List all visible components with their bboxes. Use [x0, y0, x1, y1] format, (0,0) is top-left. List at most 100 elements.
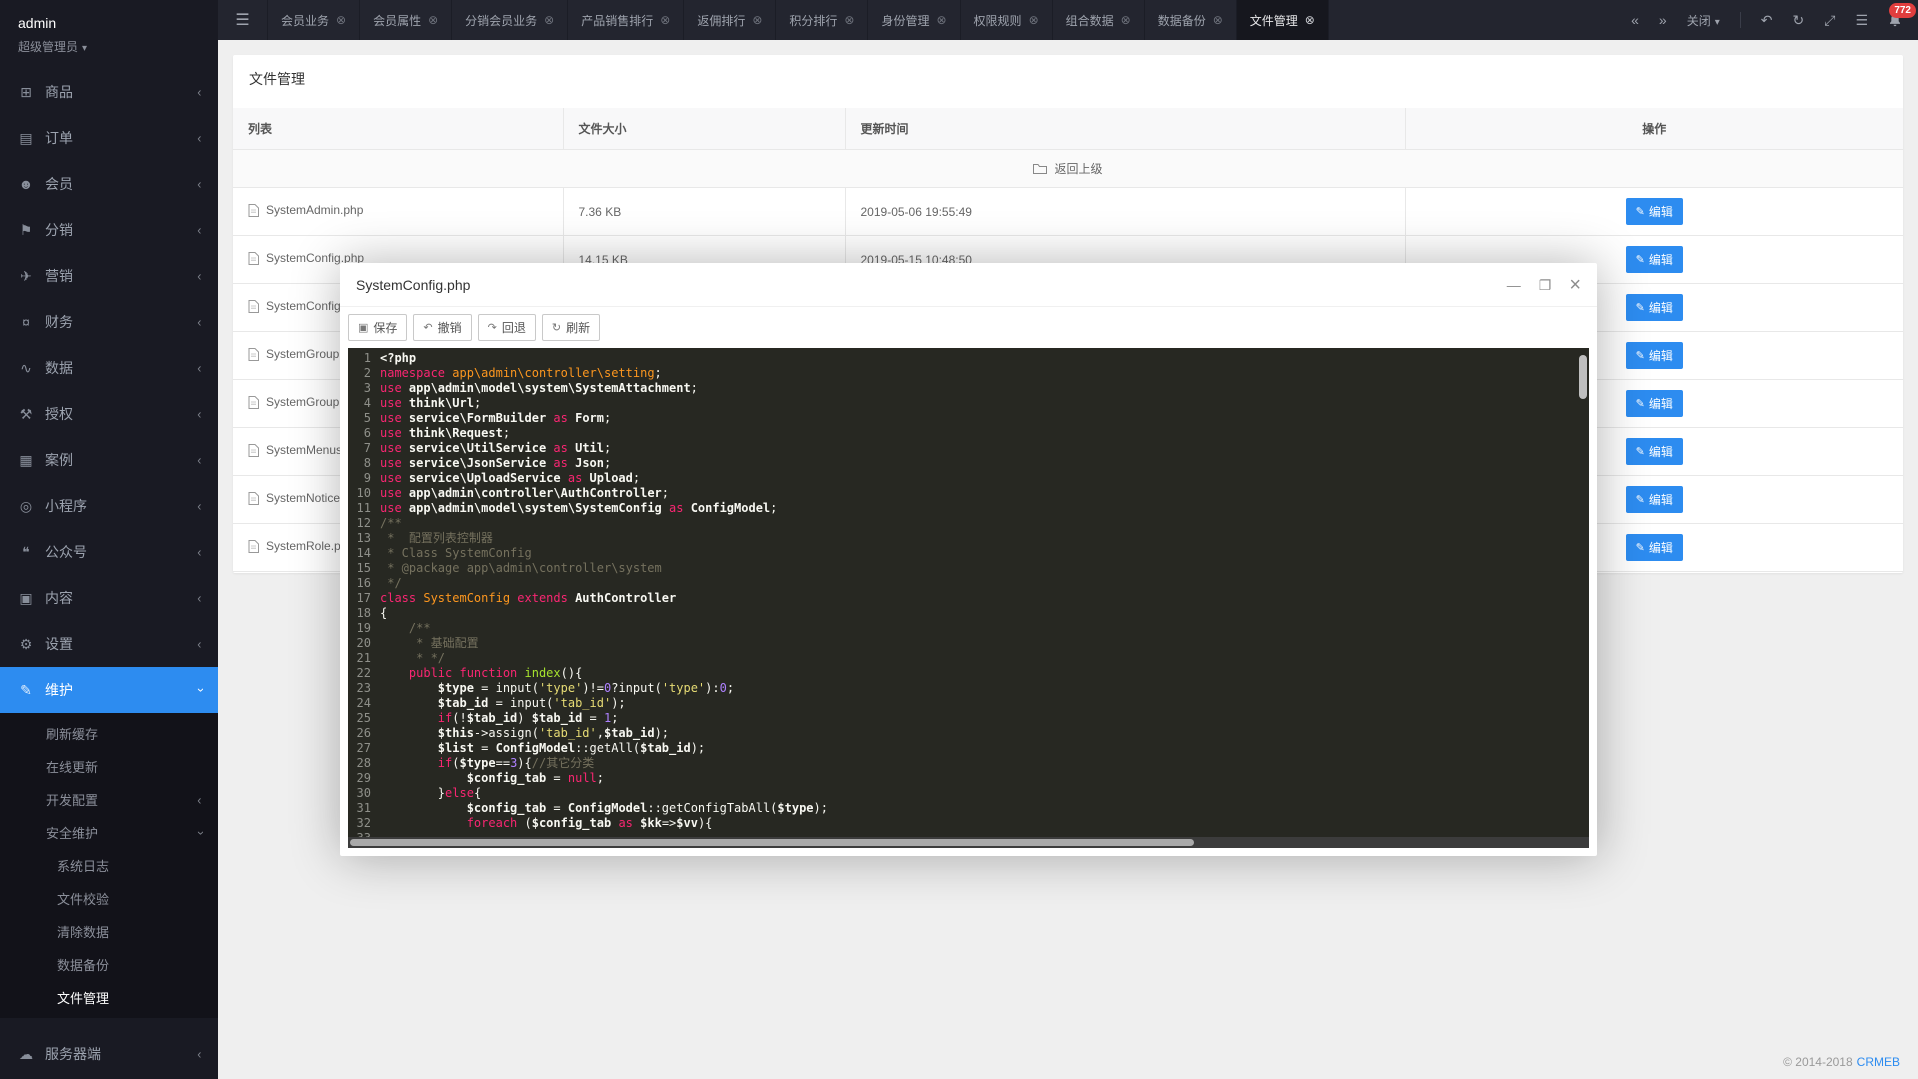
line-number: 9 [348, 471, 380, 486]
sidebar-item-server[interactable]: ☁ 服务器端 ‹ [0, 1033, 218, 1075]
sidebar-item-label: 小程序 [45, 496, 186, 516]
close-icon[interactable]: × [1569, 275, 1581, 295]
sidebar-subitem-online-update[interactable]: 在线更新 [0, 750, 218, 783]
sidebar-toggle-icon[interactable]: ☰ [218, 0, 268, 40]
rollback-button[interactable]: ↷回退 [478, 314, 536, 341]
sidebar-item-finance[interactable]: ¤财务‹ [0, 299, 218, 345]
sidebar-item-label: 在线更新 [46, 757, 98, 776]
edit-button[interactable]: ✎编辑 [1626, 438, 1683, 465]
copyright-text: © 2014-2018 [1783, 1055, 1853, 1069]
tab-close-icon[interactable]: ⊗ [544, 13, 554, 27]
tab-close-icon[interactable]: ⊗ [936, 13, 946, 27]
sidebar-subitem-dev-config[interactable]: 开发配置‹ [0, 783, 218, 816]
notifications-button[interactable]: 772 [1888, 13, 1902, 28]
code-token: use [380, 441, 409, 455]
tab-close-icon[interactable]: ⊗ [752, 13, 762, 27]
code-token: == [496, 756, 510, 770]
sidebar-subitem-clear-data[interactable]: 清除数据 [0, 915, 218, 948]
edit-button[interactable]: ✎编辑 [1626, 534, 1683, 561]
sidebar-item-wechat[interactable]: ❝公众号‹ [0, 529, 218, 575]
edit-button[interactable]: ✎编辑 [1626, 486, 1683, 513]
line-content: /** [380, 621, 431, 636]
scroll-tabs-right-icon[interactable]: » [1659, 12, 1667, 28]
tab-close-icon[interactable]: ⊗ [1121, 13, 1131, 27]
refresh-icon[interactable]: ↻ [1793, 12, 1805, 29]
sidebar-item-data[interactable]: ∿数据‹ [0, 345, 218, 391]
sidebar-item-distribution[interactable]: ⚑分销‹ [0, 207, 218, 253]
tab-close-icon[interactable]: ⊗ [428, 13, 438, 27]
edit-button[interactable]: ✎编辑 [1626, 390, 1683, 417]
sidebar-subitem-data-backup[interactable]: 数据备份 [0, 948, 218, 981]
back-icon[interactable]: ↶ [1761, 12, 1773, 29]
sidebar-item-marketing[interactable]: ✈营销‹ [0, 253, 218, 299]
file-name-label: SystemGroup. [266, 347, 343, 361]
sidebar-subitem-refresh-cache[interactable]: 刷新缓存 [0, 717, 218, 750]
up-link[interactable]: 返回上级 [1033, 160, 1102, 177]
sidebar-item-goods[interactable]: ⊞商品‹ [0, 69, 218, 115]
tab-close-icon[interactable]: ⊗ [1305, 13, 1315, 27]
chevron-icon: ‹ [198, 545, 202, 559]
line-content: $type = input('type')!=0?input('type'):0… [380, 681, 734, 696]
brand-link[interactable]: CRMEB [1857, 1055, 1900, 1069]
topbar-tab[interactable]: 组合数据⊗ [1053, 0, 1145, 40]
code-token: if [438, 756, 452, 770]
tab-close-icon[interactable]: ⊗ [336, 13, 346, 27]
up-cell[interactable]: 返回上级 [233, 150, 1903, 188]
topbar-tab[interactable]: 文件管理⊗ [1237, 0, 1329, 40]
user-block: admin 超级管理员▾ [0, 0, 218, 55]
user-role-dropdown[interactable]: 超级管理员▾ [18, 38, 200, 55]
maximize-icon[interactable]: ❐ [1539, 278, 1552, 292]
sidebar-item-auth[interactable]: ⚒授权‹ [0, 391, 218, 437]
edit-button[interactable]: ✎编辑 [1626, 246, 1683, 273]
list-icon[interactable]: ☰ [1855, 12, 1868, 29]
topbar-tab[interactable]: 返佣排行⊗ [684, 0, 776, 40]
code-editor[interactable]: 1<?php2namespace app\admin\controller\se… [348, 348, 1589, 848]
sidebar-subitem-file-manage[interactable]: 文件管理 [0, 981, 218, 1014]
code-line: 19 /** [348, 621, 1589, 636]
sidebar-subitem-file-check[interactable]: 文件校验 [0, 882, 218, 915]
code-token: as [546, 441, 575, 455]
sidebar-item-member[interactable]: ☻会员‹ [0, 161, 218, 207]
topbar-tab[interactable]: 权限规则⊗ [961, 0, 1053, 40]
minimize-icon[interactable]: — [1507, 278, 1521, 292]
sidebar-subitem-security[interactable]: 安全维护‹ [0, 816, 218, 849]
chevron-down-icon: ‹ [192, 830, 206, 834]
save-button[interactable]: ▣保存 [348, 314, 407, 341]
tab-close-icon[interactable]: ⊗ [660, 13, 670, 27]
vertical-scrollbar[interactable] [1579, 355, 1587, 399]
edit-button[interactable]: ✎编辑 [1626, 342, 1683, 369]
edit-icon: ✎ [1636, 541, 1645, 554]
file-icon [248, 204, 259, 217]
sidebar-item-case[interactable]: ▦案例‹ [0, 437, 218, 483]
scroll-tabs-left-icon[interactable]: « [1631, 12, 1639, 28]
topbar-tab[interactable]: 会员属性⊗ [360, 0, 452, 40]
code-token: think\Request [409, 426, 503, 440]
sidebar-subitem-system-log[interactable]: 系统日志 [0, 849, 218, 882]
refresh-button[interactable]: ↻刷新 [542, 314, 600, 341]
code-token: ::getAll( [575, 741, 640, 755]
sidebar-item-miniapp[interactable]: ◎小程序‹ [0, 483, 218, 529]
table-row-up[interactable]: 返回上级 [233, 150, 1903, 188]
sidebar-item-order[interactable]: ▤订单‹ [0, 115, 218, 161]
close-tabs-dropdown[interactable]: 关闭▾ [1687, 12, 1720, 29]
topbar-tab[interactable]: 积分排行⊗ [776, 0, 868, 40]
tab-close-icon[interactable]: ⊗ [844, 13, 854, 27]
edit-button[interactable]: ✎编辑 [1626, 294, 1683, 321]
edit-button[interactable]: ✎编辑 [1626, 198, 1683, 225]
sidebar-item-settings[interactable]: ⚙设置‹ [0, 621, 218, 667]
topbar-tab[interactable]: 分销会员业务⊗ [452, 0, 568, 40]
tab-close-icon[interactable]: ⊗ [1029, 13, 1039, 27]
topbar-tab[interactable]: 身份管理⊗ [868, 0, 960, 40]
topbar-tab[interactable]: 会员业务⊗ [268, 0, 360, 40]
horizontal-scrollbar-thumb[interactable] [350, 839, 1194, 846]
sidebar-item-maintain[interactable]: ✎维护‹ [0, 667, 218, 713]
topbar-tab[interactable]: 数据备份⊗ [1145, 0, 1237, 40]
tab-close-icon[interactable]: ⊗ [1213, 13, 1223, 27]
horizontal-scrollbar[interactable] [348, 837, 1589, 848]
undo-button[interactable]: ↶撤销 [413, 314, 471, 341]
code-token: service\UtilService [409, 441, 546, 455]
fullscreen-icon[interactable]: ⤢ [1824, 12, 1835, 29]
topbar-tab[interactable]: 产品销售排行⊗ [568, 0, 684, 40]
line-content: use service\FormBuilder as Form; [380, 411, 611, 426]
sidebar-item-content[interactable]: ▣内容‹ [0, 575, 218, 621]
